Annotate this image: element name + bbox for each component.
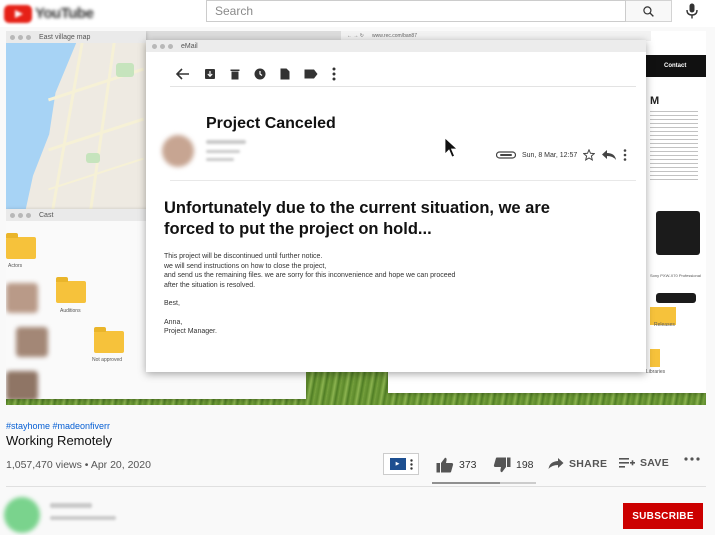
blurred-face xyxy=(6,371,38,399)
search-box xyxy=(206,0,626,22)
video-player[interactable]: East village map Cast Actors Auditions N… xyxy=(6,31,706,405)
channel-avatar[interactable] xyxy=(4,497,40,533)
video-title: Working Remotely xyxy=(6,433,112,448)
share-label: SHARE xyxy=(569,457,608,470)
sender-avatar xyxy=(162,135,194,167)
browser-nav-icons: ← → ↻ xyxy=(347,33,364,39)
url-text: www.rec.com/ban87 xyxy=(371,33,417,39)
reply-icon xyxy=(602,150,617,160)
more-vertical-icon xyxy=(409,458,413,470)
map-window-title: East village map xyxy=(39,33,91,41)
search-button[interactable] xyxy=(626,0,672,22)
channel-thumbnail: ▶ xyxy=(389,458,406,470)
like-ratio-fill xyxy=(432,482,500,484)
email-subject: Project Canceled xyxy=(206,115,336,132)
river xyxy=(6,43,77,209)
folder-label: Not approved xyxy=(92,357,123,363)
like-count: 373 xyxy=(459,459,477,471)
email-meta: Sun, 8 Mar, 12:57 xyxy=(496,149,627,161)
body-line: and send us the remaining files. we are … xyxy=(164,272,456,279)
youtube-watch-page: YouTube East village map xyxy=(0,0,715,535)
folder-label: Actors xyxy=(8,263,23,269)
body-line: after the situation is resolved. xyxy=(164,281,256,289)
blurred-channel-name xyxy=(50,503,92,508)
signature-role: Project Manager. xyxy=(164,328,217,335)
blurred-sender-name xyxy=(206,140,246,144)
logo-wordmark: YouTube xyxy=(35,5,94,22)
map-window: East village map xyxy=(6,31,146,209)
dislike-count: 198 xyxy=(516,459,534,471)
email-headline: Unfortunately due to the current situati… xyxy=(164,199,550,238)
more-vertical-icon xyxy=(623,149,627,161)
more-vertical-icon xyxy=(332,67,336,81)
search-icon xyxy=(643,5,654,17)
subscribe-button[interactable]: SUBSCRIBE xyxy=(623,503,703,529)
like-dislike-bar xyxy=(432,482,536,484)
folder-label: Auditions xyxy=(60,308,81,314)
more-actions-button[interactable] xyxy=(684,457,700,461)
document-icon xyxy=(280,68,290,80)
save-button[interactable]: SAVE xyxy=(619,457,669,469)
archive-icon xyxy=(205,69,215,79)
share-arrow-icon xyxy=(548,458,564,469)
city-map xyxy=(6,43,146,209)
delete-icon xyxy=(230,69,240,80)
play-icon xyxy=(4,5,32,23)
thumbs-up-icon xyxy=(436,457,454,473)
search-input[interactable] xyxy=(207,1,625,21)
email-date: Sun, 8 Mar, 12:57 xyxy=(522,151,578,159)
email-signoff: Best, xyxy=(164,300,180,307)
mouse-cursor-icon xyxy=(444,137,458,158)
snooze-clock-icon xyxy=(254,68,266,80)
folder-icon xyxy=(94,327,124,353)
folder-icon xyxy=(56,277,86,303)
back-arrow-icon xyxy=(176,68,189,80)
camera-image xyxy=(656,211,700,255)
cast-window-title: Cast xyxy=(39,211,54,219)
email-window-title: eMail xyxy=(181,42,198,50)
blurred-face xyxy=(6,283,38,313)
view-count-date: 1,057,470 views • Apr 20, 2020 xyxy=(6,459,151,471)
microphone-icon xyxy=(686,3,698,19)
camera-accessory-image xyxy=(656,293,696,303)
voice-search-button[interactable] xyxy=(683,2,701,20)
email-window: eMail Project Canceled Sun, 8 Mar, 12:57… xyxy=(146,40,646,372)
hashtags[interactable]: #stayhome #madeonfiverr xyxy=(6,421,110,431)
body-line: we will send instructions on how to clos… xyxy=(164,262,327,270)
folder-label: Libraries xyxy=(646,369,666,375)
camera-caption: Sony PXW-X70 Professional xyxy=(650,273,701,278)
folder-label: Releases xyxy=(654,322,675,328)
like-button[interactable]: 373 xyxy=(436,457,477,473)
blurred-face xyxy=(16,327,48,357)
product-heading: M xyxy=(650,95,660,107)
signature-name: Anna, xyxy=(164,318,183,326)
dislike-button[interactable]: 198 xyxy=(493,457,534,473)
contact-nav: Contact xyxy=(646,55,706,77)
blurred-sender-email xyxy=(206,150,240,153)
folder-icon xyxy=(650,349,660,367)
thumbs-down-icon xyxy=(493,457,511,473)
body-line: This project will be discontinued until … xyxy=(164,253,323,260)
folder-icon xyxy=(6,233,36,259)
miniplayer-card[interactable]: ▶ xyxy=(383,453,419,475)
attachment-icon xyxy=(496,151,516,159)
blurred-subscriber-count xyxy=(50,516,116,520)
playlist-add-icon xyxy=(619,458,635,468)
star-icon xyxy=(583,149,596,161)
youtube-logo[interactable]: YouTube xyxy=(4,3,94,23)
label-tag-icon xyxy=(304,69,318,79)
save-label: SAVE xyxy=(640,457,670,469)
share-button[interactable]: SHARE xyxy=(548,457,607,470)
top-bar: YouTube xyxy=(0,0,715,27)
more-horizontal-icon xyxy=(684,457,700,461)
email-toolbar xyxy=(176,64,336,84)
email-body: This project will be discontinued until … xyxy=(164,252,564,346)
